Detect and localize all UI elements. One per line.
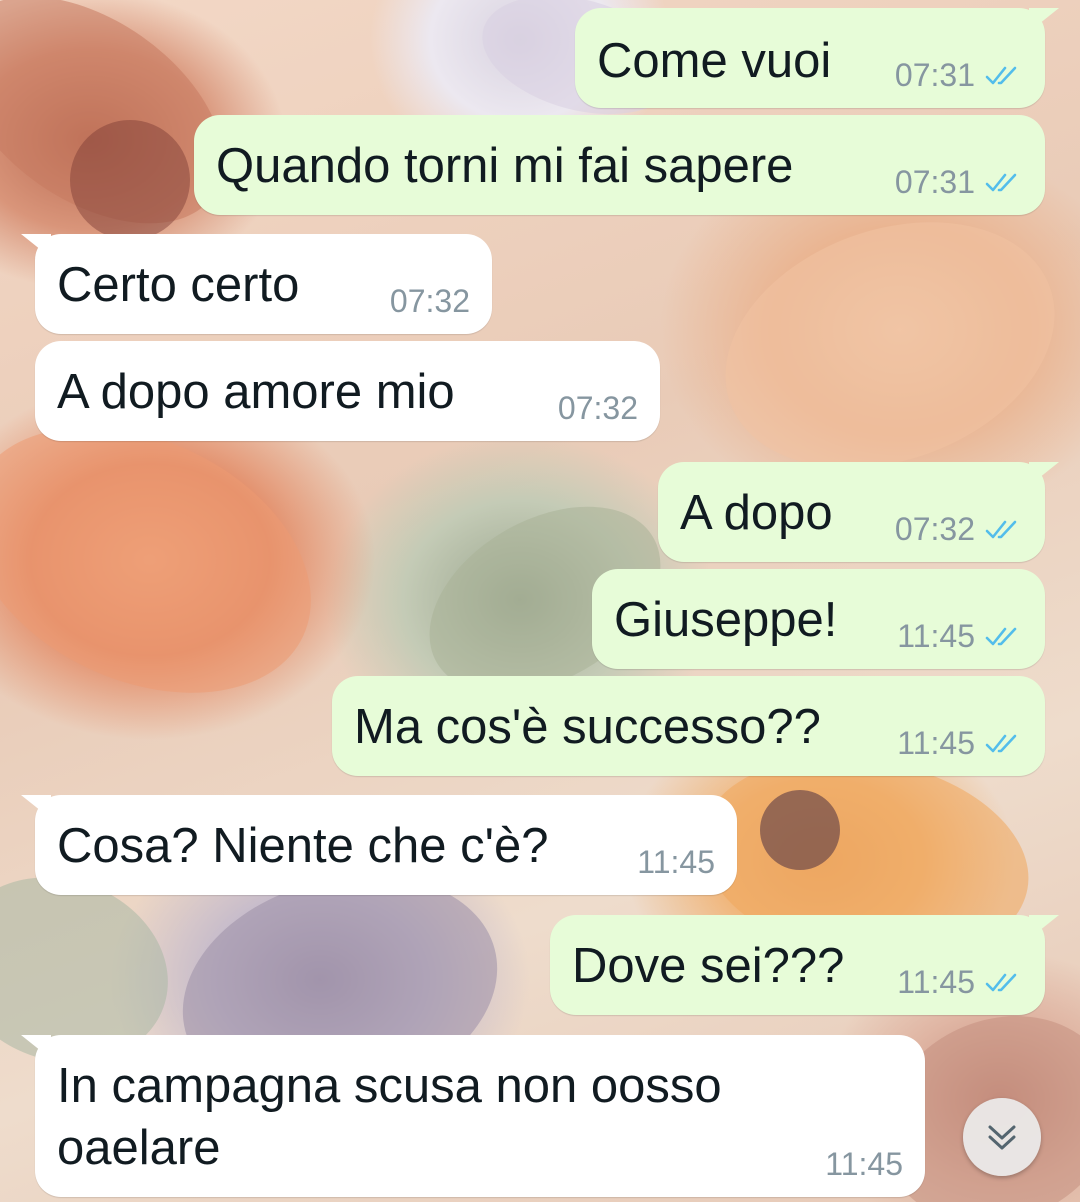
message-time: 11:45 — [825, 1146, 903, 1182]
message-text: A dopo — [680, 486, 833, 540]
message-text: A dopo amore mio — [57, 365, 455, 419]
message-meta: 07:31 — [895, 164, 1023, 201]
message-time: 07:31 — [894, 164, 975, 200]
message-meta: 11:45 — [897, 964, 1023, 1001]
outgoing-message[interactable]: Dove sei??? 11:45 — [550, 915, 1059, 1015]
double-chevron-down-icon — [988, 1125, 1016, 1150]
message-text: In campagna scusa non oosso oaelare — [57, 1059, 722, 1175]
bubble-tail — [1029, 8, 1059, 32]
message-time: 11:45 — [897, 618, 975, 654]
message-meta: 07:31 — [895, 57, 1023, 94]
message-meta: 11:45 — [637, 844, 715, 881]
outgoing-message[interactable]: A dopo 07:32 — [658, 462, 1059, 562]
message-text: Ma cos'è successo?? — [354, 700, 821, 754]
bubble-tail — [1029, 915, 1059, 939]
read-double-check-icon — [985, 173, 1017, 191]
message-text: Certo certo — [57, 258, 300, 312]
read-double-check-icon — [985, 520, 1017, 538]
message-time: 11:45 — [897, 725, 975, 761]
incoming-message[interactable]: A dopo amore mio 07:32 — [35, 341, 660, 441]
message-text: Come vuoi — [597, 34, 832, 88]
message-meta: 11:45 — [897, 725, 1023, 762]
outgoing-message[interactable]: Quando torni mi fai sapere 07:31 — [194, 115, 1045, 215]
message-time: 11:45 — [897, 964, 975, 1000]
scroll-to-bottom-button[interactable] — [963, 1098, 1041, 1176]
read-double-check-icon — [985, 66, 1017, 84]
message-meta: 11:45 — [897, 618, 1023, 655]
message-time: 07:32 — [389, 283, 470, 319]
message-time: 07:32 — [557, 390, 638, 426]
message-time: 11:45 — [637, 844, 715, 880]
message-meta: 07:32 — [558, 390, 638, 427]
outgoing-message[interactable]: Come vuoi 07:31 — [575, 8, 1059, 108]
message-text: Cosa? Niente che c'è? — [57, 819, 549, 873]
read-double-check-icon — [985, 734, 1017, 752]
incoming-message[interactable]: Certo certo 07:32 — [21, 234, 492, 334]
message-meta: 07:32 — [390, 283, 470, 320]
bubble-tail — [21, 795, 51, 819]
incoming-message[interactable]: In campagna scusa non oosso oaelare 11:4… — [21, 1035, 925, 1197]
message-text: Dove sei??? — [572, 939, 845, 993]
incoming-message[interactable]: Cosa? Niente che c'è? 11:45 — [21, 795, 737, 895]
message-time: 07:32 — [894, 511, 975, 547]
read-double-check-icon — [985, 973, 1017, 991]
message-meta: 07:32 — [895, 511, 1023, 548]
outgoing-message[interactable]: Ma cos'è successo?? 11:45 — [332, 676, 1045, 776]
read-double-check-icon — [985, 627, 1017, 645]
bubble-tail — [21, 234, 51, 258]
message-time: 07:31 — [894, 57, 975, 93]
bubble-tail — [1029, 462, 1059, 486]
message-meta: 11:45 — [825, 1146, 903, 1183]
message-text: Giuseppe! — [614, 593, 838, 647]
message-text: Quando torni mi fai sapere — [216, 139, 794, 193]
chat-message-list[interactable]: Come vuoi 07:31 Quando torni mi fai sape… — [0, 0, 1080, 1202]
bubble-tail — [21, 1035, 51, 1059]
outgoing-message[interactable]: Giuseppe! 11:45 — [592, 569, 1045, 669]
